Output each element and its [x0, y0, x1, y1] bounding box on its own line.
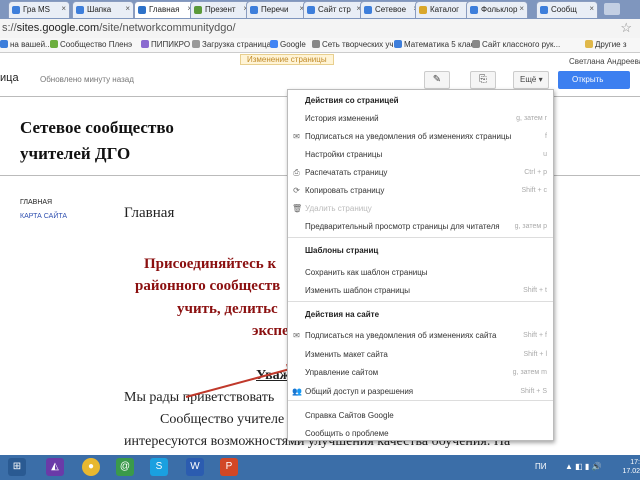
menu-item[interactable]: Сохранить как шаблон страницы: [288, 264, 553, 281]
menu-item-shortcut: Shift + l: [523, 350, 547, 358]
menu-item-shortcut: g, затем r: [516, 115, 547, 122]
menu-item-label: Удалить страницу: [305, 204, 372, 213]
menu-item[interactable]: 👥 Общий доступ и разрешения Shift + S: [288, 383, 553, 400]
menu-item-label: Подписаться на уведомления об изменениях…: [305, 331, 497, 340]
menu-item-label: Подписаться на уведомления об изменениях…: [305, 132, 512, 141]
tray-icons[interactable]: ▲ ◧ ▮ 🔊: [565, 462, 602, 471]
menu-item-icon: ✉: [293, 331, 300, 340]
menu-section-site-actions: Действия на сайте: [305, 310, 380, 319]
menu-item-shortcut: f: [545, 133, 547, 140]
clock-time: 17:: [630, 459, 640, 466]
menu-item-shortcut: Shift + t: [523, 286, 547, 294]
menu-item[interactable]: Изменить макет сайта Shift + l: [288, 346, 553, 363]
menu-item-label: Изменить шаблон страницы: [305, 285, 411, 295]
menu-item-label: Настройки страницы: [305, 150, 383, 159]
system-clock[interactable]: 17: 17.02: [620, 458, 640, 476]
taskbar: ⊞ ◭ ● @ S W P ПИ ▲ ◧ ▮ 🔊 17: 17.02: [0, 455, 640, 480]
start-button[interactable]: ⊞: [8, 458, 26, 476]
skype-icon[interactable]: S: [150, 458, 168, 476]
mail-agent-icon[interactable]: @: [116, 458, 134, 476]
menu-divider: [288, 301, 553, 302]
menu-item-icon: 👥: [292, 386, 302, 396]
menu-item-label: История изменений: [305, 114, 379, 123]
menu-item-shortcut: g, затем p: [514, 223, 547, 230]
menu-item-shortcut: g, затем m: [512, 369, 547, 376]
menu-item-shortcut: Shift + S: [520, 387, 547, 395]
menu-item-label: Предварительный просмотр страницы для чи…: [305, 222, 500, 231]
menu-item-label: Общий доступ и разрешения: [305, 386, 414, 396]
menu-item[interactable]: Настройки страницы u: [288, 146, 553, 163]
menu-section-page-actions: Действия со страницей: [305, 96, 399, 105]
menu-item[interactable]: ⎙ Распечатать страницу Ctrl + p: [288, 164, 553, 181]
chrome-icon[interactable]: ●: [82, 458, 100, 476]
menu-item-icon: ✉: [293, 132, 300, 141]
menu-item[interactable]: ✉ Подписаться на уведомления об изменения…: [288, 128, 553, 145]
menu-item-label: Сообщить о проблеме: [305, 428, 389, 438]
more-actions-menu: Действия со страницей История изменений g…: [287, 89, 554, 441]
menu-item[interactable]: Изменить шаблон страницы Shift + t: [288, 282, 553, 299]
menu-item-shortcut: Shift + c: [521, 187, 547, 194]
menu-item[interactable]: Справка Сайтов Google: [288, 407, 553, 424]
menu-item-shortcut: u: [543, 151, 547, 158]
menu-item[interactable]: Сообщить о проблеме: [288, 425, 553, 442]
menu-item-label: Изменить макет сайта: [305, 349, 388, 359]
menu-item-label: Сохранить как шаблон страницы: [305, 268, 428, 277]
menu-item: 🗑 Удалить страницу: [288, 200, 553, 217]
clock-date: 17.02: [622, 468, 640, 475]
menu-item-shortcut: Ctrl + p: [524, 169, 547, 176]
menu-section-templates: Шаблоны страниц: [305, 246, 379, 255]
menu-item-label: Распечатать страницу: [305, 168, 388, 177]
powerpoint-icon[interactable]: P: [220, 458, 238, 476]
menu-item[interactable]: История изменений g, затем r: [288, 110, 553, 127]
menu-item[interactable]: Управление сайтом g, затем m: [288, 364, 553, 381]
menu-item-label: Копировать страницу: [305, 186, 385, 195]
menu-item[interactable]: ⟳ Копировать страницу Shift + c: [288, 182, 553, 199]
menu-item-icon: ⟳: [293, 186, 300, 195]
menu-item-icon: 🗑: [292, 204, 303, 213]
word-icon[interactable]: W: [186, 458, 204, 476]
annotation-arrow-line: [185, 368, 291, 398]
menu-item[interactable]: Предварительный просмотр страницы для чи…: [288, 218, 553, 235]
visual-studio-icon[interactable]: ◭: [46, 458, 64, 476]
menu-item-icon: ⎙: [293, 168, 300, 177]
menu-item-label: Управление сайтом: [305, 368, 379, 377]
menu-divider: [288, 400, 553, 401]
menu-item[interactable]: ✉ Подписаться на уведомления об изменения…: [288, 327, 553, 344]
menu-divider: [288, 237, 553, 238]
menu-item-shortcut: Shift + f: [523, 332, 547, 339]
menu-item-label: Справка Сайтов Google: [305, 411, 394, 420]
language-indicator[interactable]: ПИ: [535, 462, 547, 471]
